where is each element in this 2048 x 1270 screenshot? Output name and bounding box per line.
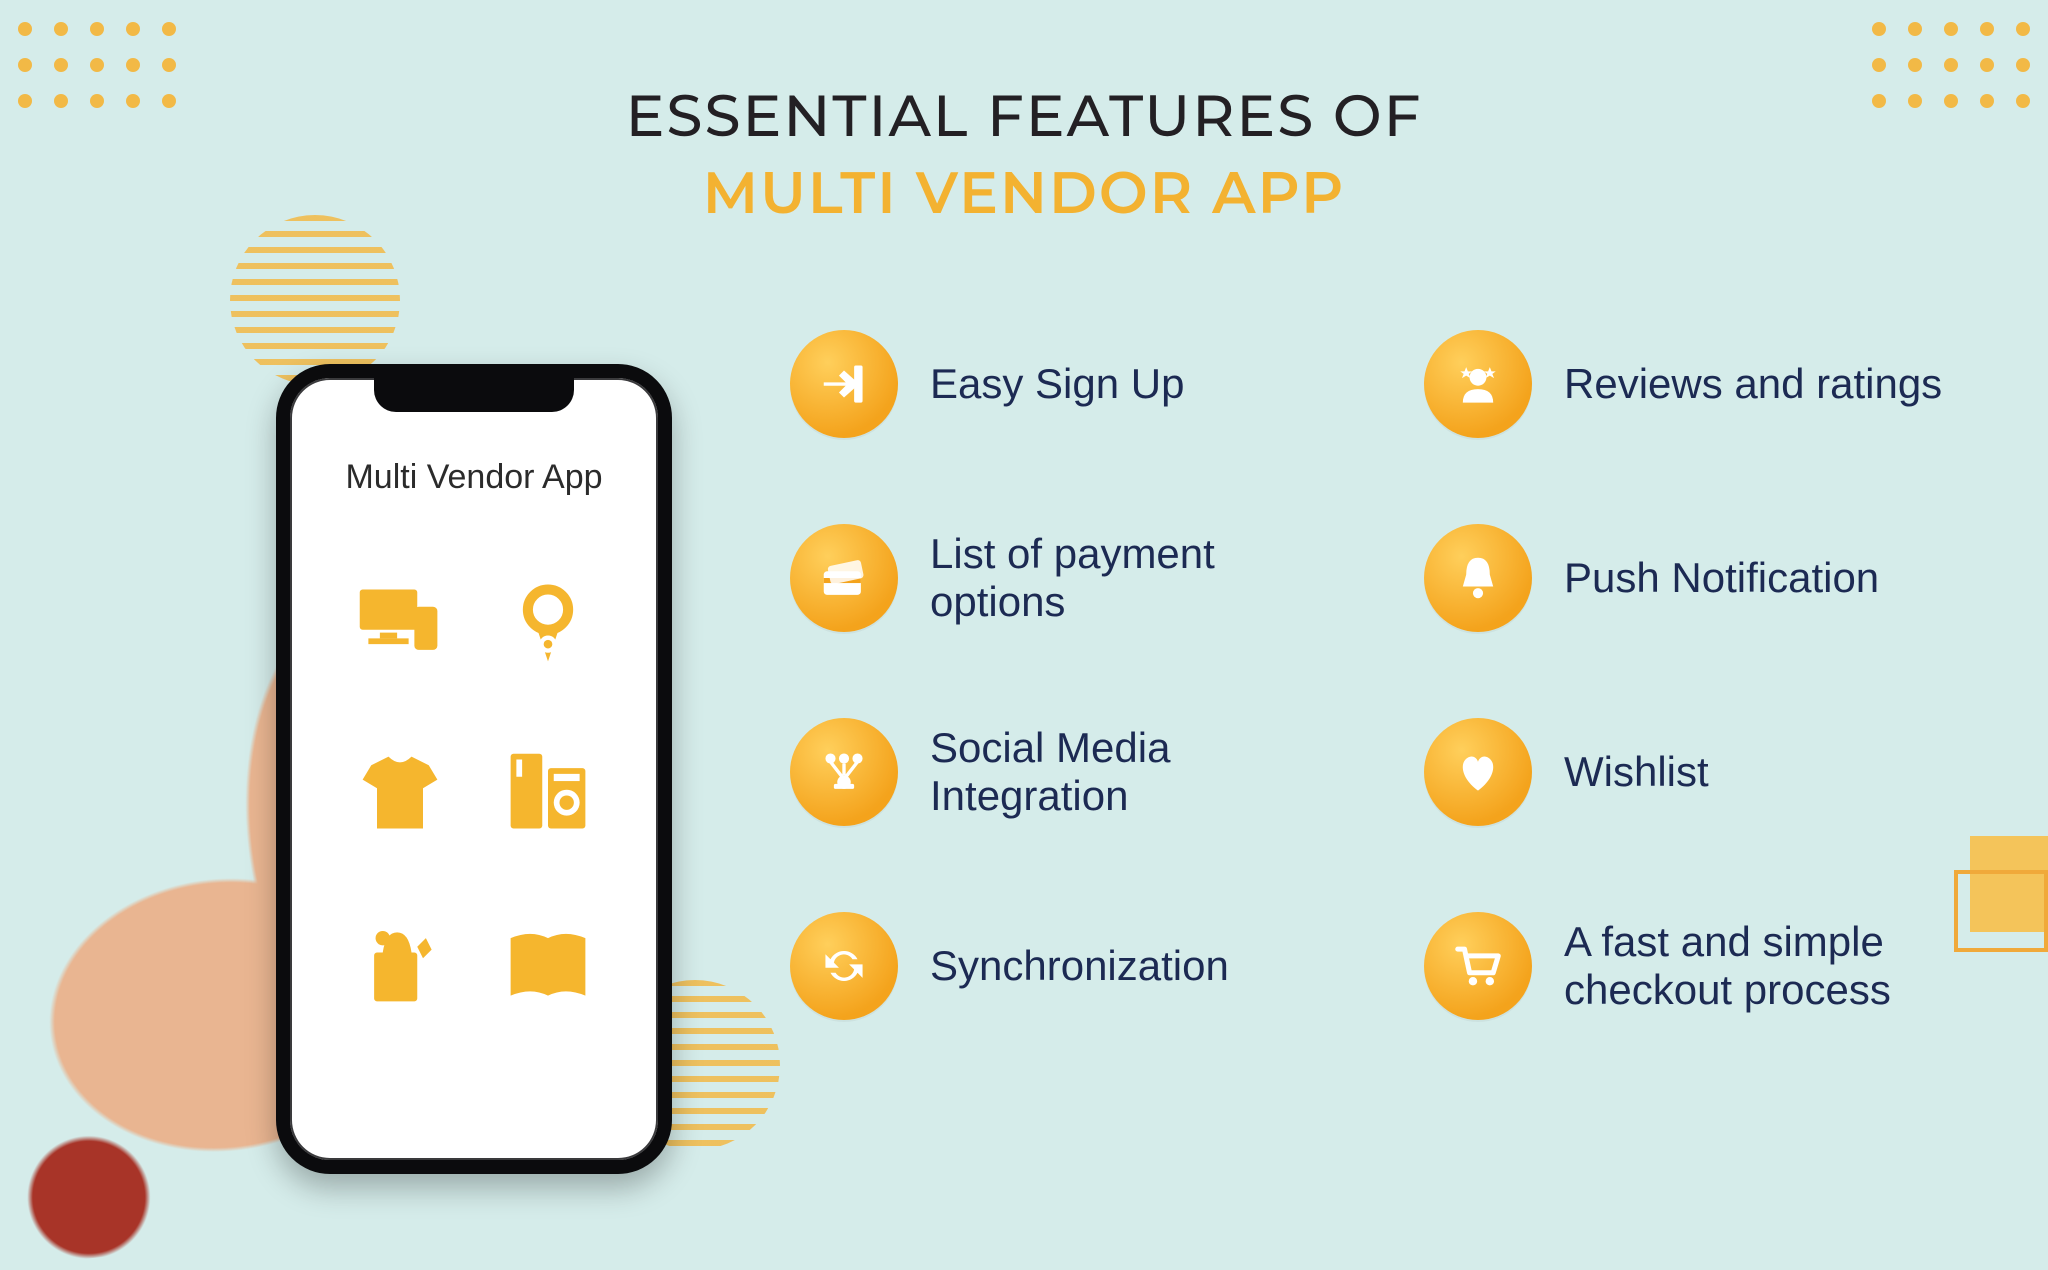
cart-icon — [1424, 912, 1532, 1020]
feature-easy-sign-up: Easy Sign Up — [790, 330, 1334, 438]
electronics-icon — [354, 578, 446, 670]
feature-label: Social Media Integration — [930, 724, 1334, 821]
feature-label: Wishlist — [1564, 748, 1709, 796]
feature-checkout: A fast and simple checkout process — [1424, 912, 1968, 1020]
tshirt-icon — [354, 748, 446, 840]
features-grid: Easy Sign Up Reviews and ratings List of… — [790, 330, 1968, 1020]
appliance-icon — [502, 748, 594, 840]
book-icon — [502, 918, 594, 1010]
hand-illustration — [0, 434, 738, 1269]
feature-payment: List of payment options — [790, 524, 1334, 632]
feature-label: Synchronization — [930, 942, 1229, 990]
bell-icon — [1424, 524, 1532, 632]
phone-category-grid — [326, 578, 622, 1010]
title-line2: MULTI VENDOR APP — [0, 157, 2048, 228]
feature-sync: Synchronization — [790, 912, 1334, 1020]
feature-wishlist: Wishlist — [1424, 718, 1968, 826]
feature-push: Push Notification — [1424, 524, 1968, 632]
title-line1: ESSENTIAL FEATURES OF — [0, 80, 2048, 151]
decor-stripes-bottom — [610, 980, 780, 1150]
feature-label: Easy Sign Up — [930, 360, 1184, 408]
feature-label: A fast and simple checkout process — [1564, 918, 1968, 1015]
feature-reviews: Reviews and ratings — [1424, 330, 1968, 438]
heart-icon — [1424, 718, 1532, 826]
reviewer-icon — [1424, 330, 1532, 438]
share-icon — [790, 718, 898, 826]
sync-icon — [790, 912, 898, 1020]
decor-squares — [1970, 836, 2048, 932]
decor-stripes-top — [230, 215, 400, 385]
payment-icon — [790, 524, 898, 632]
page-title: ESSENTIAL FEATURES OF MULTI VENDOR APP — [0, 80, 2048, 228]
feature-social: Social Media Integration — [790, 718, 1334, 826]
feature-label: Reviews and ratings — [1564, 360, 1942, 408]
feature-label: Push Notification — [1564, 554, 1879, 602]
phone-notch — [374, 378, 574, 412]
login-icon — [790, 330, 898, 438]
grocery-icon — [354, 918, 446, 1010]
phone-app-title: Multi Vendor App — [290, 458, 658, 497]
feature-label: List of payment options — [930, 530, 1334, 627]
jewelry-icon — [502, 578, 594, 670]
